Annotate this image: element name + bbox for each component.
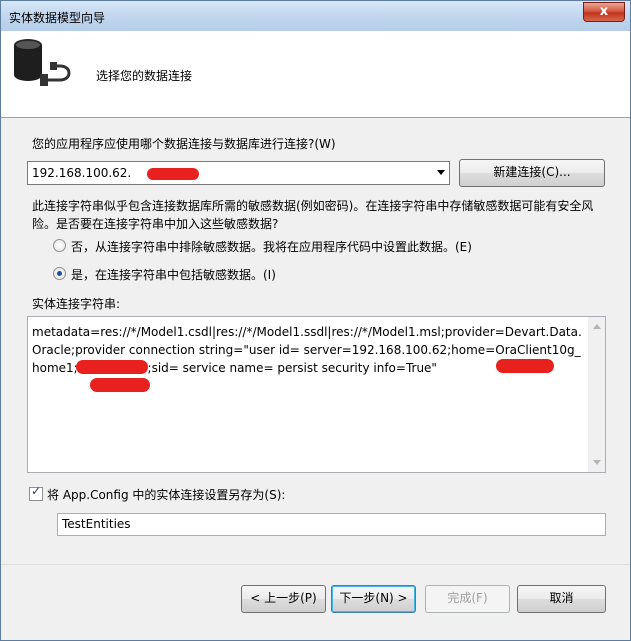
redaction-mark bbox=[76, 360, 148, 374]
entity-connection-label: 实体连接字符串: bbox=[32, 297, 121, 311]
radio-button[interactable] bbox=[53, 239, 66, 252]
next-button[interactable]: 下一步(N) > bbox=[331, 585, 416, 613]
footer-divider bbox=[1, 564, 630, 565]
radio-exclude-label: 否，从连接字符串中排除敏感数据。我将在应用程序代码中设置此数据。(E) bbox=[71, 240, 472, 254]
radio-button[interactable] bbox=[53, 267, 66, 280]
entity-name-value: TestEntities bbox=[62, 517, 131, 531]
new-connection-button[interactable]: 新建连接(C)... bbox=[459, 159, 605, 187]
database-connect-icon bbox=[14, 39, 71, 86]
connection-question-label: 您的应用程序应使用哪个数据连接与数据库进行连接?(W) bbox=[32, 137, 336, 151]
connection-dropdown-value: 192.168.100.62. bbox=[32, 166, 132, 180]
redaction-mark bbox=[496, 359, 554, 373]
radio-selected-dot bbox=[57, 271, 62, 276]
wizard-window: 实体数据模型向导 x 选择您的数据连接 您的应用程序应使用哪个数据连接与数据库进… bbox=[0, 0, 631, 641]
cancel-button[interactable]: 取消 bbox=[517, 585, 606, 613]
close-icon: x bbox=[599, 4, 609, 19]
entity-connection-string-field[interactable]: metadata=res://*/Model1.csdl|res://*/Mod… bbox=[27, 316, 606, 473]
back-button[interactable]: < 上一步(P) bbox=[241, 585, 326, 613]
window-title: 实体数据模型向导 bbox=[9, 11, 106, 25]
checkmark-icon: ✓ bbox=[31, 484, 42, 498]
scroll-down-icon[interactable] bbox=[593, 460, 601, 465]
save-config-checkbox[interactable]: ✓ bbox=[29, 484, 43, 501]
save-config-label: 将 App.Config 中的实体连接设置另存为(S): bbox=[47, 488, 286, 502]
radio-include-label: 是，在连接字符串中包括敏感数据。(I) bbox=[71, 268, 276, 282]
chevron-down-icon bbox=[437, 170, 445, 175]
entity-name-input[interactable]: TestEntities bbox=[57, 513, 606, 536]
sensitive-data-warning: 此连接字符串似乎包含连接数据库所需的敏感数据(例如密码)。在连接字符串中存储敏感… bbox=[32, 199, 594, 231]
connection-dropdown[interactable]: 192.168.100.62. bbox=[27, 161, 450, 185]
title-bar[interactable]: 实体数据模型向导 x bbox=[1, 1, 630, 31]
page-heading: 选择您的数据连接 bbox=[96, 69, 193, 83]
redaction-mark bbox=[90, 378, 150, 392]
vertical-scrollbar[interactable] bbox=[588, 317, 605, 472]
scroll-up-icon[interactable] bbox=[593, 324, 601, 329]
wizard-header: 选择您的数据连接 bbox=[1, 31, 630, 118]
redaction-mark bbox=[147, 168, 199, 180]
close-button[interactable]: x bbox=[583, 2, 625, 22]
finish-button[interactable]: 完成(F) bbox=[425, 585, 510, 613]
